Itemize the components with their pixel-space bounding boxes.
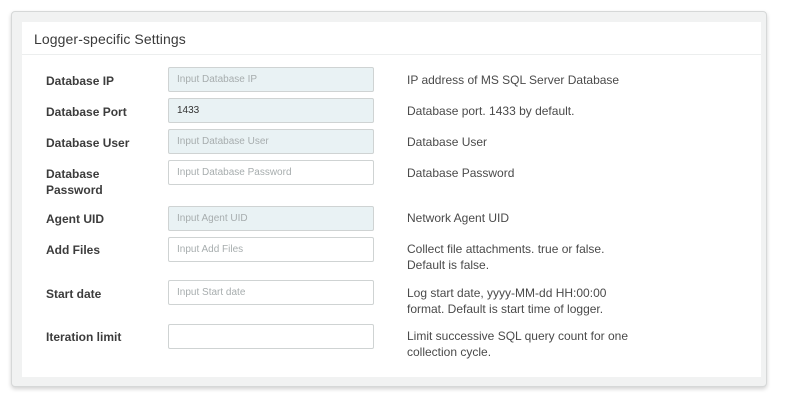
- agent-uid-label: Agent UID: [46, 212, 104, 226]
- database-ip-description: IP address of MS SQL Server Database: [407, 73, 620, 87]
- iteration-limit-description: Limit successive SQL query count for one…: [407, 329, 628, 359]
- add-files-input[interactable]: [168, 237, 374, 262]
- agent-uid-description: Network Agent UID: [407, 211, 510, 225]
- agent-uid-input[interactable]: [168, 206, 374, 231]
- database-port-input[interactable]: [168, 98, 374, 123]
- start-date-description: Log start date, yyyy-MM-dd HH:00:00 form…: [407, 286, 607, 316]
- database-password-input[interactable]: [168, 160, 374, 185]
- database-user-input[interactable]: [168, 129, 374, 154]
- panel-header: Logger-specific Settings: [22, 22, 761, 55]
- add-files-label: Add Files: [46, 243, 101, 257]
- logger-settings-panel: Logger-specific Settings Database IP IP …: [22, 22, 761, 377]
- settings-card: Logger-specific Settings Database IP IP …: [11, 11, 767, 387]
- add-files-description: Collect file attachments. true or false.…: [407, 242, 605, 272]
- database-ip-label: Database IP: [46, 74, 115, 88]
- start-date-label: Start date: [46, 287, 102, 301]
- iteration-limit-label: Iteration limit: [46, 330, 122, 344]
- database-port-label: Database Port: [46, 105, 127, 119]
- database-ip-input[interactable]: [168, 67, 374, 92]
- iteration-limit-input[interactable]: [168, 324, 374, 349]
- database-user-description: Database User: [407, 135, 488, 149]
- database-password-description: Database Password: [407, 166, 515, 180]
- database-port-description: Database port. 1433 by default.: [407, 104, 575, 118]
- database-user-label: Database User: [46, 136, 130, 150]
- panel-title: Logger-specific Settings: [34, 31, 186, 47]
- start-date-input[interactable]: [168, 280, 374, 305]
- database-password-label: Database Password: [46, 167, 103, 197]
